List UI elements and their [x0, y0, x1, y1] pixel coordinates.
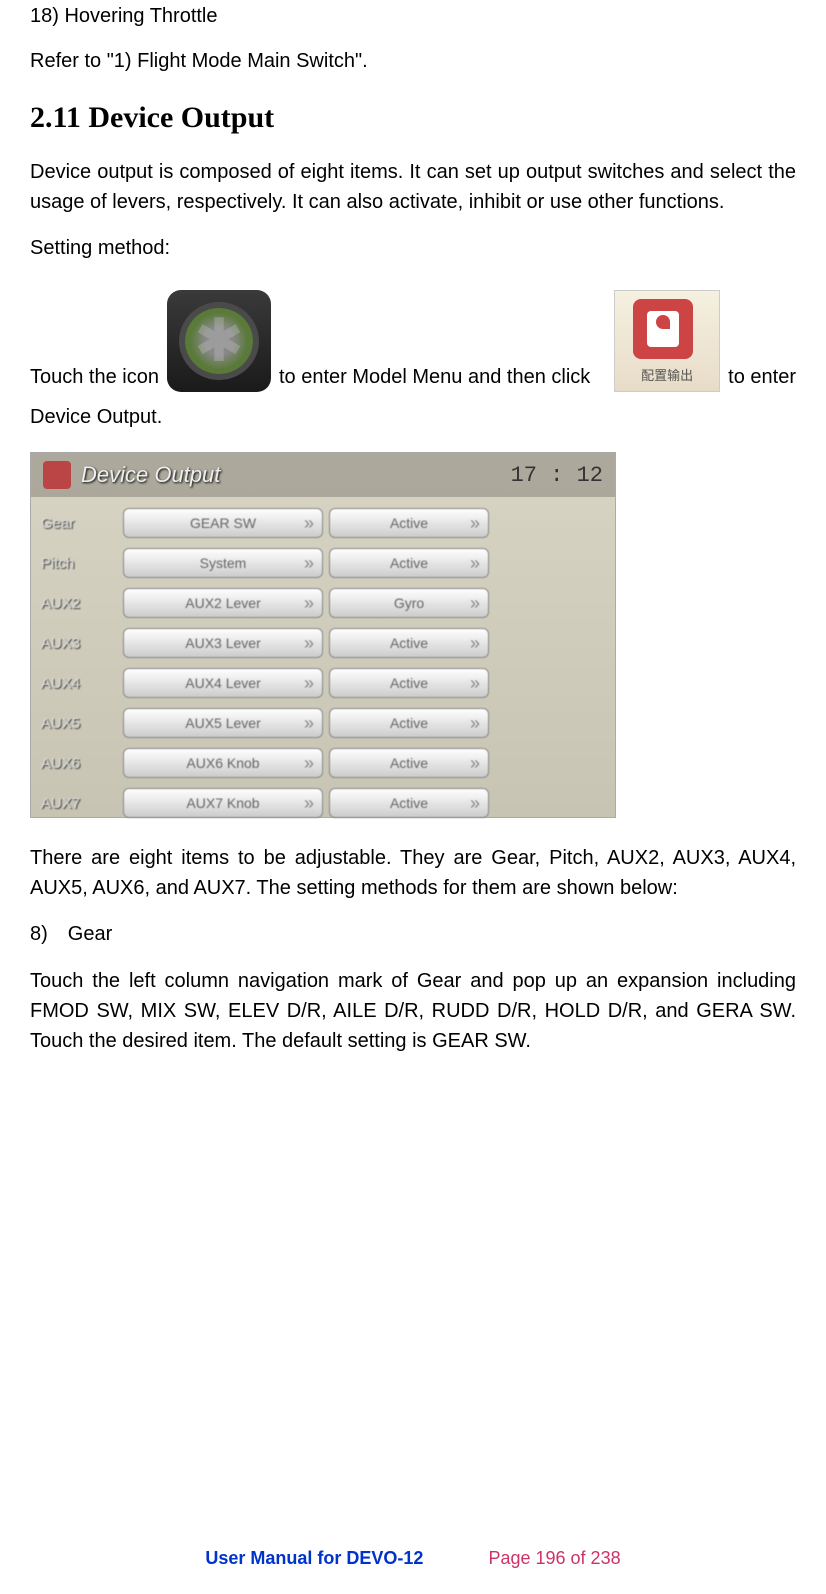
row-label: AUX6 — [41, 755, 117, 772]
row-left-button[interactable]: System — [123, 548, 323, 578]
row-right-button[interactable]: Active — [329, 748, 489, 778]
icon-line-part1: Touch the icon — [30, 362, 159, 392]
eight-items-paragraph: There are eight items to be adjustable. … — [30, 843, 796, 903]
section-heading-2-11: 2.11 Device Output — [30, 101, 796, 135]
screen-header: Device Output 17 : 12 — [31, 453, 615, 497]
icon-line-part4: Device Output. — [30, 402, 796, 432]
screen-time: 17 : 12 — [511, 463, 603, 488]
row-right-button[interactable]: Active — [329, 548, 489, 578]
row-right-button[interactable]: Active — [329, 628, 489, 658]
screen-row-aux2: AUX2 AUX2 Lever Gyro — [41, 585, 605, 621]
row-label: AUX2 — [41, 595, 117, 612]
row-right-button[interactable]: Active — [329, 708, 489, 738]
icon-instruction-line: Touch the icon to enter Model Menu and t… — [30, 290, 796, 392]
row-label: AUX5 — [41, 715, 117, 732]
row-label: AUX3 — [41, 635, 117, 652]
footer-manual-title: User Manual for DEVO-12 — [205, 1548, 423, 1568]
row-label: Pitch — [41, 555, 117, 572]
icon-line-part3: to enter — [728, 362, 796, 392]
icon-line-part2: to enter Model Menu and then click — [279, 362, 606, 392]
row-right-button[interactable]: Active — [329, 508, 489, 538]
device-output-config-icon — [614, 290, 720, 392]
footer-page-number: Page 196 of 238 — [488, 1548, 620, 1568]
screen-app-icon — [43, 461, 71, 489]
refer-text: Refer to "1) Flight Mode Main Switch". — [30, 50, 796, 73]
row-left-button[interactable]: AUX7 Knob — [123, 788, 323, 818]
intro-paragraph: Device output is composed of eight items… — [30, 157, 796, 217]
screen-row-pitch: Pitch System Active — [41, 545, 605, 581]
row-right-button[interactable]: Active — [329, 668, 489, 698]
screen-row-aux7: AUX7 AUX7 Knob Active — [41, 785, 605, 821]
row-label: Gear — [41, 515, 117, 532]
screen-title: Device Output — [81, 462, 220, 488]
screen-row-gear: Gear GEAR SW Active — [41, 505, 605, 541]
subsection-8-gear: 8) Gear — [30, 923, 796, 946]
row-right-button[interactable]: Gyro — [329, 588, 489, 618]
gear-paragraph: Touch the left column navigation mark of… — [30, 966, 796, 1056]
heading-18: 18) Hovering Throttle — [30, 5, 796, 28]
row-left-button[interactable]: AUX5 Lever — [123, 708, 323, 738]
setting-method-label: Setting method: — [30, 237, 796, 260]
row-label: AUX4 — [41, 675, 117, 692]
row-left-button[interactable]: AUX3 Lever — [123, 628, 323, 658]
row-right-button[interactable]: Active — [329, 788, 489, 818]
device-output-screenshot: Device Output 17 : 12 Gear GEAR SW Activ… — [30, 452, 616, 818]
screen-row-aux4: AUX4 AUX4 Lever Active — [41, 665, 605, 701]
page-footer: User Manual for DEVO-12 Page 196 of 238 — [0, 1548, 826, 1569]
screen-row-aux5: AUX5 AUX5 Lever Active — [41, 705, 605, 741]
screen-row-aux3: AUX3 AUX3 Lever Active — [41, 625, 605, 661]
screen-row-aux6: AUX6 AUX6 Knob Active — [41, 745, 605, 781]
settings-gear-icon — [167, 290, 271, 392]
row-left-button[interactable]: AUX2 Lever — [123, 588, 323, 618]
row-left-button[interactable]: GEAR SW — [123, 508, 323, 538]
screen-body: Gear GEAR SW Active Pitch System Active … — [31, 497, 615, 833]
row-label: AUX7 — [41, 795, 117, 812]
row-left-button[interactable]: AUX4 Lever — [123, 668, 323, 698]
row-left-button[interactable]: AUX6 Knob — [123, 748, 323, 778]
